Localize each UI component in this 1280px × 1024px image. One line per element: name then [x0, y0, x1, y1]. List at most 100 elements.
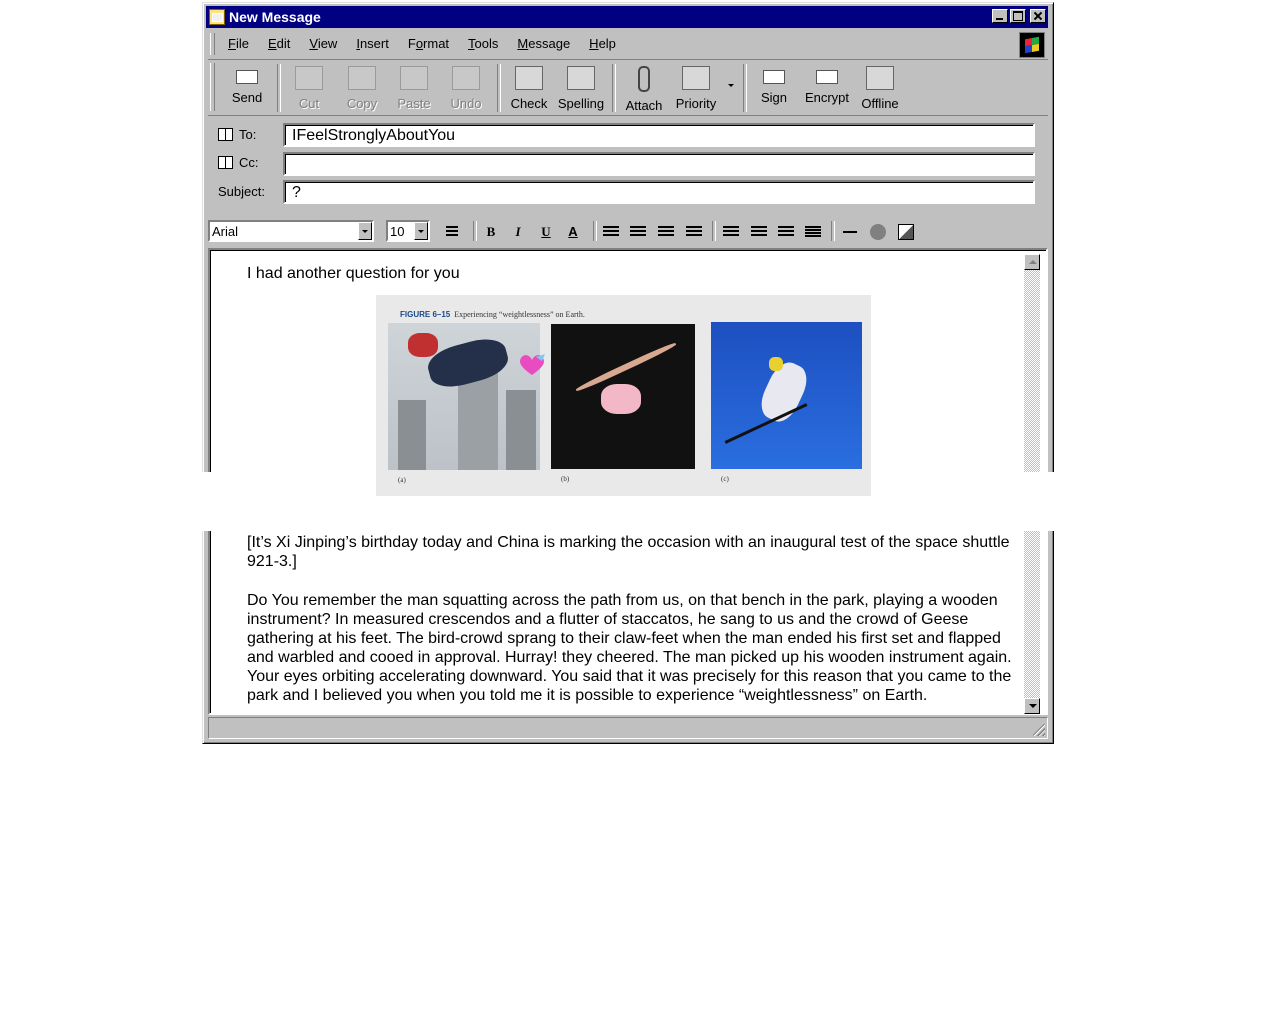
figure-caption: FIGURE 6–15 Experiencing “weightlessness… — [400, 310, 585, 319]
paperclip-icon — [638, 66, 650, 92]
cc-label[interactable]: Cc: — [239, 155, 259, 170]
address-book-icon[interactable] — [218, 155, 233, 169]
body-paragraph: [It’s Xi Jinping’s birthday today and Ch… — [247, 534, 1010, 570]
align-left-icon[interactable] — [721, 223, 741, 241]
title-bar[interactable]: New Message — [206, 6, 1048, 28]
toolbar-label: Sign — [760, 90, 788, 105]
cc-field[interactable] — [283, 152, 1035, 176]
toolbar-label: Undo — [450, 96, 482, 111]
toolbar-label: Copy — [346, 96, 378, 111]
status-bar — [208, 717, 1048, 739]
bold-button[interactable]: B — [481, 223, 501, 241]
align-right-icon[interactable] — [776, 223, 796, 241]
priority-button[interactable]: Priority — [670, 64, 722, 112]
scroll-down-icon[interactable] — [1024, 698, 1040, 714]
increase-indent-icon[interactable] — [684, 223, 704, 241]
attach-button[interactable]: Attach — [618, 64, 670, 113]
menu-insert[interactable]: Insert — [356, 36, 389, 51]
align-center-icon[interactable] — [749, 223, 769, 241]
chevron-down-icon[interactable] — [414, 222, 428, 240]
scroll-up-icon[interactable] — [1024, 254, 1040, 270]
toolbar-label: Encrypt — [804, 90, 850, 105]
panel-label: (c) — [721, 475, 729, 483]
separator — [497, 64, 501, 112]
font-color-button[interactable]: A — [563, 223, 583, 241]
numbered-list-icon[interactable] — [601, 223, 621, 241]
italic-button[interactable]: I — [508, 223, 528, 241]
windows-logo-icon — [1019, 32, 1045, 58]
body-line: I had another question for you — [247, 265, 460, 282]
spelling-button[interactable]: Spelling — [555, 64, 607, 112]
check-button[interactable]: Check — [503, 64, 555, 112]
toolbar-label: Check — [510, 96, 548, 111]
justify-icon[interactable] — [803, 223, 823, 241]
separator — [593, 221, 597, 241]
close-button[interactable] — [1030, 9, 1046, 23]
subject-field[interactable]: ? — [283, 180, 1035, 204]
toolbar-label: Spelling — [557, 96, 605, 111]
separator — [612, 64, 616, 112]
priority-dropdown-icon[interactable] — [728, 84, 734, 87]
new-message-icon — [209, 9, 225, 25]
to-row: To: — [218, 122, 283, 146]
toolbar-label: Offline — [861, 96, 899, 111]
menu-bar: File Edit View Insert Format Tools Message Help — [208, 30, 1048, 60]
check-names-icon — [515, 66, 543, 90]
toolbar-label: Send — [231, 90, 263, 105]
panel-label: (a) — [398, 476, 406, 484]
decrease-indent-icon[interactable] — [656, 223, 676, 241]
body-paragraph: Do You remember the man squatting across… — [247, 592, 1012, 704]
menu-view[interactable]: View — [309, 36, 337, 51]
address-book-icon[interactable] — [218, 127, 233, 141]
chevron-down-icon[interactable] — [358, 222, 372, 240]
paragraph-style-button[interactable] — [442, 223, 462, 241]
toolbar-label: Priority — [675, 96, 717, 111]
spelling-icon — [567, 66, 595, 90]
menu-tools[interactable]: Tools — [468, 36, 498, 51]
toolbar: Send Cut Copy Paste Undo Check Spelling Attach P… — [208, 60, 1048, 116]
photo-panel-a: (a) — [388, 323, 545, 484]
inline-image[interactable]: FIGURE 6–15 Experiencing “weightlessness… — [376, 295, 871, 496]
font-size-value: 10 — [390, 224, 405, 239]
horizontal-line-icon[interactable] — [840, 223, 860, 241]
window-title: New Message — [229, 9, 321, 25]
copy-button[interactable]: Copy — [336, 64, 388, 112]
copy-icon — [348, 66, 376, 90]
bulleted-list-icon[interactable] — [628, 223, 648, 241]
paste-icon — [400, 66, 428, 90]
panel-label: (b) — [561, 475, 570, 483]
formatting-toolbar: Arial 10 B I U A — [208, 216, 1048, 246]
undo-button[interactable]: Undo — [440, 64, 492, 112]
menu-edit[interactable]: Edit — [268, 36, 290, 51]
insert-picture-icon[interactable] — [896, 223, 916, 241]
to-field[interactable]: IFeelStronglyAboutYou — [283, 123, 1035, 147]
subject-label: Subject: — [218, 183, 265, 199]
sign-icon — [763, 70, 785, 84]
minimize-button[interactable] — [992, 9, 1008, 23]
maximize-button[interactable] — [1010, 9, 1026, 23]
underline-button[interactable]: U — [536, 223, 556, 241]
menu-file[interactable]: File — [228, 36, 249, 51]
menu-message[interactable]: Message — [517, 36, 570, 51]
toolbar-grip[interactable] — [210, 63, 215, 111]
send-icon — [236, 70, 258, 84]
cut-button[interactable]: Cut — [283, 64, 335, 112]
menu-format[interactable]: Format — [408, 36, 449, 51]
send-button[interactable]: Send — [221, 64, 273, 112]
paste-button[interactable]: Paste — [388, 64, 440, 112]
to-label[interactable]: To: — [239, 127, 256, 142]
resize-grip-icon[interactable] — [1033, 724, 1045, 736]
photo-panel-c: (c) — [711, 322, 862, 483]
hyperlink-icon[interactable] — [868, 223, 888, 241]
sign-button[interactable]: Sign — [748, 64, 800, 112]
encrypt-button[interactable]: Encrypt — [801, 64, 853, 112]
offline-icon — [866, 66, 894, 90]
subject-row: Subject: — [218, 179, 283, 203]
font-size-select[interactable]: 10 — [386, 220, 430, 242]
menubar-grip[interactable] — [210, 33, 215, 55]
offline-button[interactable]: Offline — [854, 64, 906, 112]
heart-sticker-icon — [520, 354, 545, 375]
menu-help[interactable]: Help — [589, 36, 616, 51]
font-name-select[interactable]: Arial — [208, 220, 374, 242]
toolbar-label: Attach — [625, 98, 663, 113]
